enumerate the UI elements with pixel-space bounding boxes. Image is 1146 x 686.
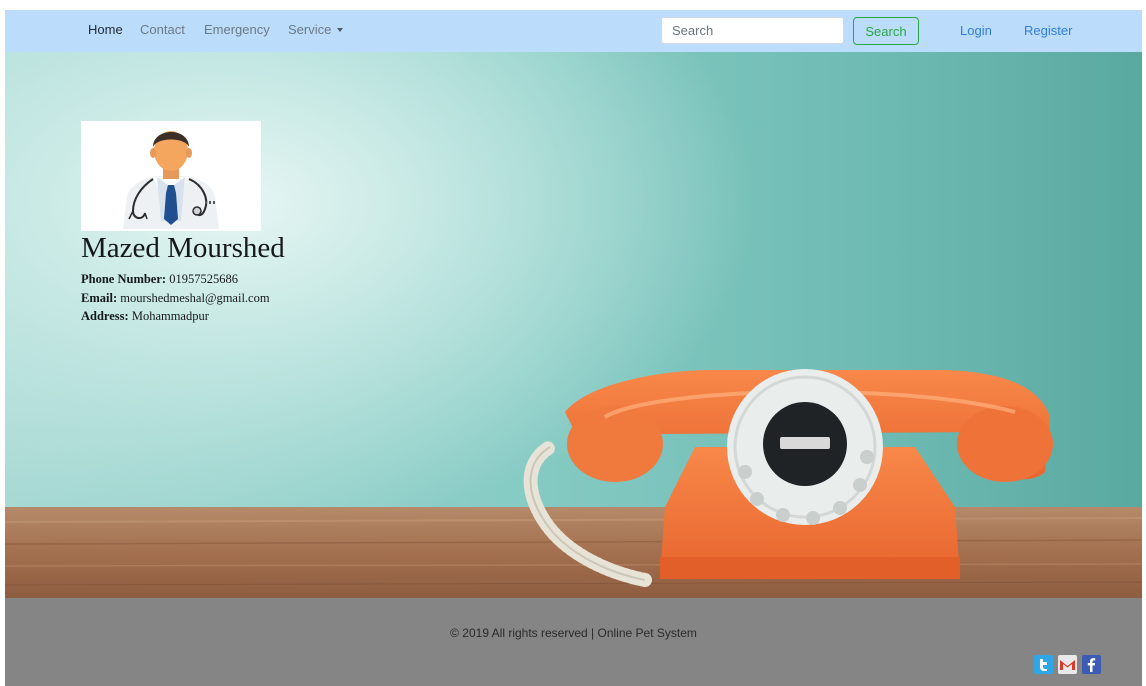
twitter-icon[interactable] [1034,655,1053,674]
email-value: mourshedmeshal@gmail.com [120,291,270,305]
email-info: Email: mourshedmeshal@gmail.com [81,291,270,306]
footer: © 2019 All rights reserved | Online Pet … [5,598,1142,686]
doctor-avatar-icon [123,131,219,229]
navbar: Home Contact Emergency Service Search Lo… [5,10,1142,52]
nav-service-label: Service [288,22,332,37]
caret-down-icon [337,28,344,32]
phone-label: Phone Number: [81,272,167,286]
hero-banner: Mazed Mourshed Phone Number: 01957525686… [5,52,1142,598]
phone-info: Phone Number: 01957525686 [81,272,238,287]
page: Home Contact Emergency Service Search Lo… [5,10,1142,686]
login-link[interactable]: Login [960,23,992,38]
gmail-icon[interactable] [1058,655,1077,674]
address-label: Address: [81,309,129,323]
facebook-icon[interactable] [1082,655,1101,674]
doctor-name: Mazed Mourshed [81,232,285,264]
phone-value: 01957525686 [169,272,238,286]
email-label: Email: [81,291,118,305]
doctor-avatar [81,121,261,231]
search-button[interactable]: Search [853,17,919,45]
nav-contact[interactable]: Contact [140,22,185,37]
nav-service-dropdown[interactable]: Service [288,22,344,37]
nav-home[interactable]: Home [88,22,123,37]
address-value: Mohammadpur [131,309,209,323]
address-info: Address: Mohammadpur [81,309,209,324]
search-input[interactable] [661,17,844,44]
copyright-text: © 2019 All rights reserved | Online Pet … [450,626,697,640]
register-link[interactable]: Register [1024,23,1072,38]
nav-emergency[interactable]: Emergency [204,22,270,37]
